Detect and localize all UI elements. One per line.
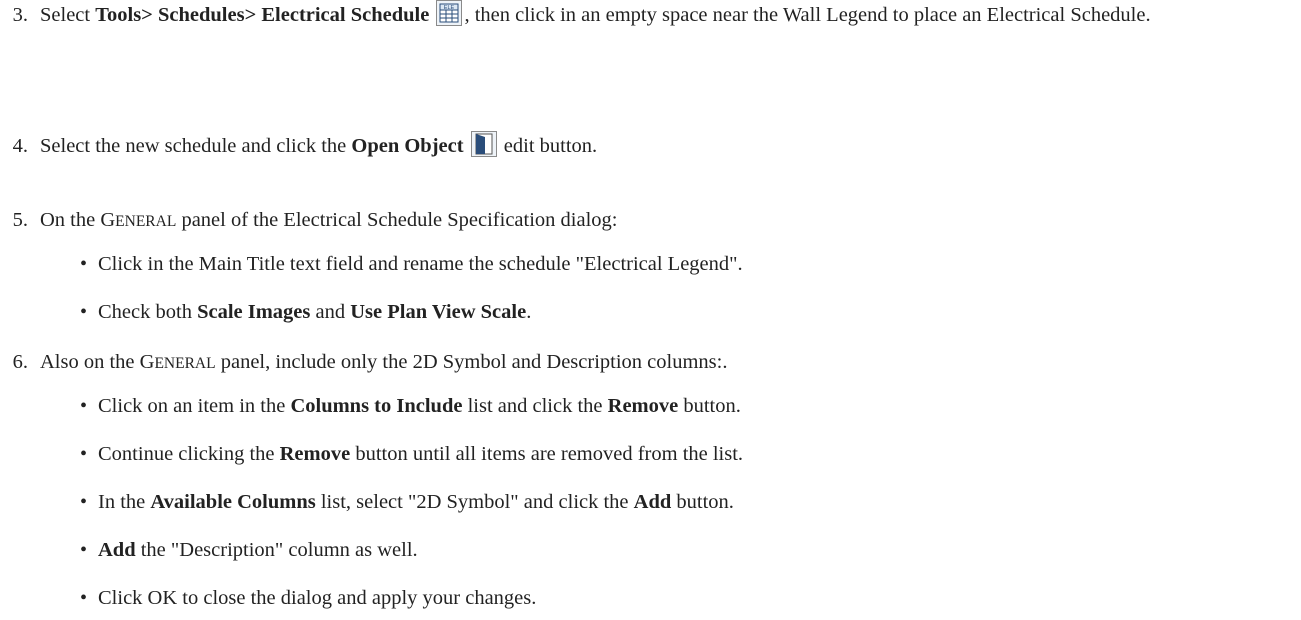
step-number: 6.: [12, 351, 28, 373]
bullet-text: Click OK to close the dialog and apply y…: [98, 587, 536, 610]
emphasis-term: Tools> Schedules> Electrical Schedule: [95, 4, 430, 26]
text-run: Click on an item in the: [98, 395, 291, 417]
panel-name-smallcaps: GENERAL: [100, 209, 177, 231]
electrical-schedule-icon: ELE: [436, 0, 463, 27]
emphasis-term: Open Object: [351, 135, 464, 157]
text-run: Check both: [98, 301, 198, 323]
step-text: Select Tools> Schedules> Electrical Sche…: [40, 0, 1291, 34]
step-text: Select the new schedule and click the Op…: [40, 127, 1291, 165]
step-number: 3.: [12, 4, 28, 26]
text-run: On the: [40, 209, 101, 231]
bullet-marker: •: [80, 587, 88, 609]
open-object-icon: [470, 131, 497, 158]
text-run: Click OK to close the dialog and apply y…: [98, 587, 537, 609]
emphasis-term: Remove: [279, 443, 351, 465]
emphasis-term: Add: [633, 491, 672, 513]
text-run: Also on the: [40, 351, 140, 373]
text-run: and: [310, 301, 351, 323]
text-run: In the: [98, 491, 151, 513]
text-run: , then click in an empty space near the …: [464, 4, 1151, 26]
text-run: the "Description" column as well.: [135, 539, 418, 561]
emphasis-term: Columns to Include: [290, 395, 463, 417]
step-number: 5.: [12, 209, 28, 231]
text-run: Continue clicking the: [98, 443, 280, 465]
bullet-marker: •: [80, 443, 88, 465]
text-run: Click in the Main Title text field and r…: [98, 253, 743, 275]
text-run: button.: [671, 491, 734, 513]
step-number: 4.: [12, 135, 28, 157]
bullet-text: Add the "Description" column as well.: [98, 539, 418, 562]
bullet-marker: •: [80, 539, 88, 561]
step-text: On the GENERAL panel of the Electrical S…: [40, 201, 1291, 241]
text-run: Select the new schedule and click the: [40, 135, 352, 157]
svg-text:ELE: ELE: [444, 5, 455, 11]
emphasis-term: Available Columns: [150, 491, 316, 513]
panel-name-smallcaps: GENERAL: [139, 351, 216, 373]
emphasis-term: Scale Images: [197, 301, 311, 323]
text-run: Select: [40, 4, 96, 26]
bullet-marker: •: [80, 395, 88, 417]
bullet-marker: •: [80, 253, 88, 275]
bullet-text: Continue clicking the Remove button unti…: [98, 443, 743, 466]
text-run: button.: [678, 395, 741, 417]
emphasis-term: Add: [98, 539, 136, 561]
bullet-marker: •: [80, 301, 88, 323]
text-run: button until all items are removed from …: [350, 443, 744, 465]
text-run: .: [526, 301, 532, 323]
text-run: list, select "2D Symbol" and click the: [315, 491, 634, 513]
bullet-text: Click on an item in the Columns to Inclu…: [98, 395, 741, 418]
text-run: [464, 135, 469, 157]
text-run: edit button.: [498, 135, 598, 157]
bullet-text: In the Available Columns list, select "2…: [98, 491, 734, 514]
bullet-marker: •: [80, 491, 88, 513]
text-run: [429, 4, 434, 26]
text-run: panel of the Electrical Schedule Specifi…: [176, 209, 618, 231]
step-text: Also on the GENERAL panel, include only …: [40, 343, 1291, 383]
text-run: list and click the: [462, 395, 608, 417]
emphasis-term: Use Plan View Scale: [350, 301, 527, 323]
bullet-text: Check both Scale Images and Use Plan Vie…: [98, 301, 531, 324]
bullet-text: Click in the Main Title text field and r…: [98, 253, 743, 276]
text-run: panel, include only the 2D Symbol and De…: [215, 351, 728, 373]
emphasis-term: Remove: [607, 395, 679, 417]
